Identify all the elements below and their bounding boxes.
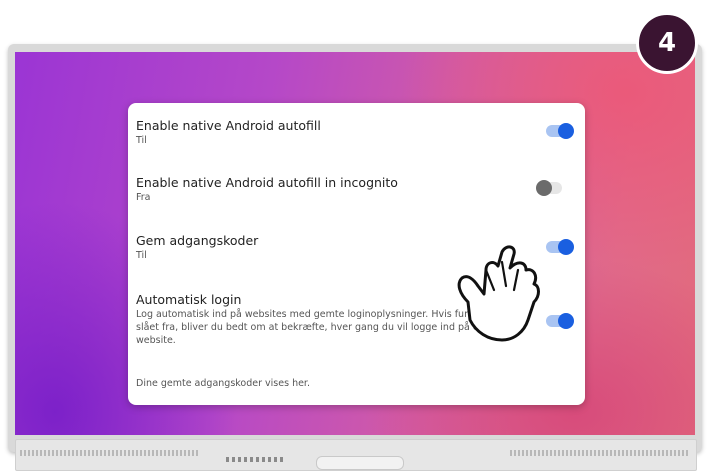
android-autofill-incognito-toggle[interactable] — [536, 180, 562, 196]
display-bottom-bar — [15, 439, 697, 471]
toggle-knob — [558, 123, 574, 139]
footer-text: Dine gemte adgangskoder vises her. — [136, 378, 310, 389]
toggle-knob — [558, 313, 574, 329]
speaker-grille-right — [510, 450, 690, 456]
speaker-grille-left — [20, 450, 200, 456]
setting-status: Til — [136, 135, 147, 146]
setting-android-autofill[interactable]: Enable native Android autofill Til — [136, 118, 573, 147]
saved-passwords-note: Dine gemte adgangskoder vises her. — [136, 377, 573, 390]
android-autofill-toggle[interactable] — [546, 123, 574, 139]
setting-title: Enable native Android autofill in incogn… — [136, 175, 398, 190]
setting-status: Fra — [136, 192, 151, 203]
hand-pointer-icon — [457, 245, 540, 342]
setting-android-autofill-incognito[interactable]: Enable native Android autofill in incogn… — [136, 175, 573, 204]
toggle-knob — [558, 239, 574, 255]
save-passwords-toggle[interactable] — [546, 239, 574, 255]
toggle-knob — [536, 180, 552, 196]
step-badge: 4 — [636, 12, 698, 74]
front-buttons — [316, 456, 404, 470]
setting-title: Enable native Android autofill — [136, 118, 321, 133]
indicator-strip — [226, 457, 286, 462]
auto-login-toggle[interactable] — [546, 313, 574, 329]
